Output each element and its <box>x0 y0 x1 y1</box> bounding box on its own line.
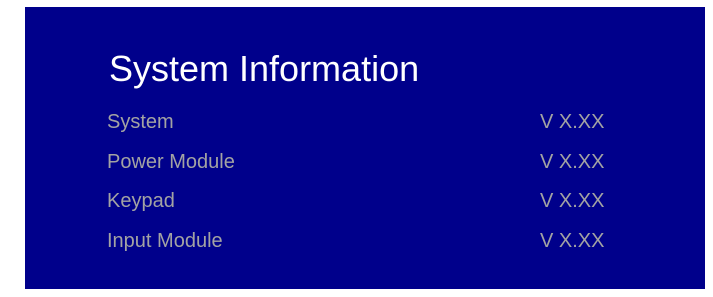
version-list: System V X.XX Power Module V X.XX Keypad… <box>107 111 637 269</box>
system-information-panel: System Information System V X.XX Power M… <box>25 7 705 289</box>
item-label: System <box>107 111 174 133</box>
item-version: V X.XX <box>540 150 605 173</box>
item-label: Input Module <box>107 229 223 252</box>
list-item-system: System V X.XX <box>107 111 637 151</box>
list-item-input-module: Input Module V X.XX <box>107 230 637 270</box>
item-label: Keypad <box>107 190 175 212</box>
item-version: V X.XX <box>540 111 605 133</box>
item-version: V X.XX <box>540 229 605 252</box>
item-version: V X.XX <box>540 190 605 212</box>
list-item-power-module: Power Module V X.XX <box>107 151 637 191</box>
item-label: Power Module <box>107 150 235 173</box>
list-item-keypad: Keypad V X.XX <box>107 190 637 230</box>
page-title: System Information <box>109 48 420 89</box>
